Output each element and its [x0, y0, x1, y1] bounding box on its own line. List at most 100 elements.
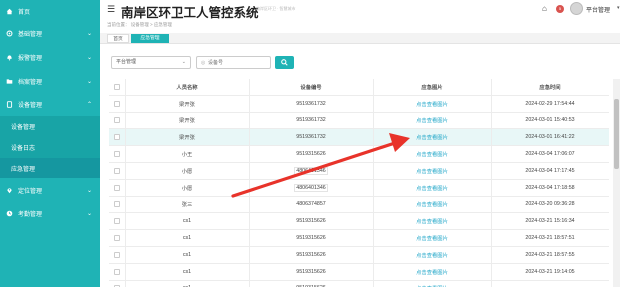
device-id-cell: 9519315626: [249, 281, 373, 287]
column-header-image[interactable]: 应急图片: [373, 79, 491, 95]
table-row[interactable]: 梁开张 9519361732 点击查看图片 2024-03-01 16:41:22: [109, 129, 609, 147]
sidebar-item-basic[interactable]: 基础管理 ⌄: [0, 22, 100, 44]
row-checkbox[interactable]: [114, 167, 120, 174]
view-image-link[interactable]: 点击查看图片: [416, 268, 448, 276]
table-row[interactable]: cs1 9519315626 点击查看图片 2024-03-21 18:57:55: [109, 247, 609, 264]
view-image-link[interactable]: 点击查看图片: [416, 251, 448, 259]
image-link-cell: 点击查看图片: [373, 230, 491, 246]
sidebar-item-home[interactable]: 首页: [0, 0, 100, 22]
person-name-cell: 小王: [125, 146, 249, 162]
sidebar-subitem-emergency[interactable]: 应急管理: [0, 158, 100, 178]
view-image-link[interactable]: 点击查看图片: [416, 167, 448, 175]
person-name-cell: 小愿: [125, 180, 249, 196]
table-row[interactable]: cs1 9519315626 点击查看图片 2024-03-21 15:16:34: [109, 213, 609, 231]
row-checkbox[interactable]: [114, 218, 120, 225]
magnifier-icon: [281, 59, 288, 66]
table-row[interactable]: cs1 9519315626 点击查看图片 2024-03-21 18:57:51: [109, 230, 609, 247]
view-image-link[interactable]: 点击查看图片: [416, 217, 448, 225]
sidebar-item-attendance[interactable]: 考勤管理 ⌄: [0, 202, 100, 224]
settings-icon: [6, 30, 13, 36]
row-checkbox[interactable]: [114, 235, 120, 242]
row-checkbox[interactable]: [114, 251, 120, 258]
sidebar-subitem-device-log[interactable]: 设备日志: [0, 137, 100, 157]
device-id: 4806401346: [294, 166, 328, 175]
row-select-cell: [109, 96, 125, 112]
device-icon: [6, 100, 13, 108]
row-checkbox[interactable]: [114, 201, 120, 208]
notification-badge[interactable]: 5: [556, 5, 564, 13]
image-link-cell: 点击查看图片: [373, 281, 491, 287]
sidebar-item-location[interactable]: 定位管理 ⌄: [0, 179, 100, 201]
row-checkbox[interactable]: [114, 184, 120, 191]
device-id: 9519315626: [296, 268, 326, 275]
person-name: 小王: [181, 152, 193, 159]
sidebar-item-label: 设备管理: [18, 102, 43, 109]
row-checkbox[interactable]: [114, 100, 120, 107]
view-image-link[interactable]: 点击查看图片: [416, 150, 448, 158]
time-cell: 2024-03-01 16:41:22: [491, 129, 609, 145]
row-checkbox[interactable]: [114, 134, 120, 141]
chevron-down-icon: ⌄: [181, 59, 186, 65]
platform-select[interactable]: 平台管理 ⌄: [111, 56, 191, 69]
row-select-cell: [109, 113, 125, 129]
row-checkbox[interactable]: [114, 151, 120, 158]
scrollbar-thumb[interactable]: [614, 99, 619, 169]
row-select-cell: [109, 180, 125, 196]
table-row[interactable]: 小愿 4806401346 点击查看图片 2024-03-04 17:17:45: [109, 163, 609, 180]
view-image-link[interactable]: 点击查看图片: [416, 133, 448, 141]
row-checkbox[interactable]: [114, 117, 120, 124]
device-id-cell: 9519315626: [249, 146, 373, 162]
tab-home[interactable]: 首页: [107, 34, 129, 43]
table-row[interactable]: cs19519315626点击查看图片: [109, 281, 609, 287]
view-image-link[interactable]: 点击查看图片: [416, 234, 448, 242]
table-row[interactable]: cs1 9519315626 点击查看图片 2024-03-21 19:14:05: [109, 264, 609, 281]
table-row[interactable]: 张三 4806374857 点击查看图片 2024-03-20 09:36:28: [109, 197, 609, 214]
chevron-down-icon[interactable]: ▾: [617, 5, 620, 11]
device-id-cell: 4806401346: [249, 163, 373, 179]
avatar[interactable]: [570, 2, 583, 15]
location-icon: [7, 187, 12, 193]
table-row[interactable]: 梁开张 9519361732 点击查看图片 2024-03-01 15:40:53: [109, 113, 609, 130]
home-icon: [6, 8, 13, 14]
time-cell: 2024-03-04 17:06:07: [491, 146, 609, 162]
person-name: cs1: [182, 235, 192, 242]
column-header-time[interactable]: 应急时间: [491, 79, 609, 95]
person-name: cs1: [182, 218, 192, 225]
person-name: 梁开张: [179, 101, 195, 108]
home-icon[interactable]: ⌂: [542, 4, 547, 13]
person-name-cell: cs1: [125, 213, 249, 229]
sidebar-item-label: 首页: [18, 9, 31, 16]
person-name-cell: 梁开张: [125, 113, 249, 129]
device-search-input[interactable]: [208, 58, 268, 68]
tab-emergency[interactable]: 应急管理: [131, 34, 169, 43]
header: ☰ 南岸区环卫工人管控系统 南岸区环卫 · 智慧城市 当前位置： 设备管理 > …: [100, 0, 620, 33]
table-row[interactable]: 梁开张 9519361732 点击查看图片 2024-02-29 17:54:44: [109, 96, 609, 113]
column-header-name[interactable]: 人员名称: [125, 79, 249, 95]
time-cell: 2024-02-29 17:54:44: [491, 96, 609, 112]
time-cell: [491, 281, 609, 287]
select-all-checkbox[interactable]: [114, 83, 120, 90]
row-select-cell: [109, 129, 125, 145]
user-name[interactable]: 平台管理: [586, 5, 610, 14]
view-image-link[interactable]: 点击查看图片: [416, 116, 448, 124]
sidebar-subitem-device-manage[interactable]: 设备管理: [0, 116, 100, 136]
table-scrollbar[interactable]: [613, 79, 620, 287]
sidebar-item-archive[interactable]: 档案管理 ⌄: [0, 70, 100, 92]
column-header-device[interactable]: 设备编号: [249, 79, 373, 95]
menu-collapse-icon[interactable]: ☰: [107, 4, 115, 15]
table-row[interactable]: 小王 9519315626 点击查看图片 2024-03-04 17:06:07: [109, 146, 609, 163]
device-search-box[interactable]: ◎: [196, 56, 271, 69]
view-image-link[interactable]: 点击查看图片: [416, 100, 448, 108]
table-row[interactable]: 小愿 4806401346 点击查看图片 2024-03-04 17:18:58: [109, 180, 609, 197]
time-cell: 2024-03-21 18:57:55: [491, 247, 609, 263]
emergency-time: 2024-03-21 18:57:55: [525, 251, 575, 258]
emergency-time: 2024-03-21 15:16:34: [525, 218, 575, 225]
image-link-cell: 点击查看图片: [373, 247, 491, 263]
emergency-time: 2024-03-20 09:36:28: [525, 201, 575, 208]
sidebar-item-alarm[interactable]: 报警管理 ⌄: [0, 46, 100, 68]
row-checkbox[interactable]: [114, 268, 120, 275]
sidebar-item-device[interactable]: 设备管理 ⌃: [0, 93, 100, 115]
search-button[interactable]: [275, 56, 294, 69]
view-image-link[interactable]: 点击查看图片: [416, 184, 448, 192]
view-image-link[interactable]: 点击查看图片: [416, 200, 448, 208]
